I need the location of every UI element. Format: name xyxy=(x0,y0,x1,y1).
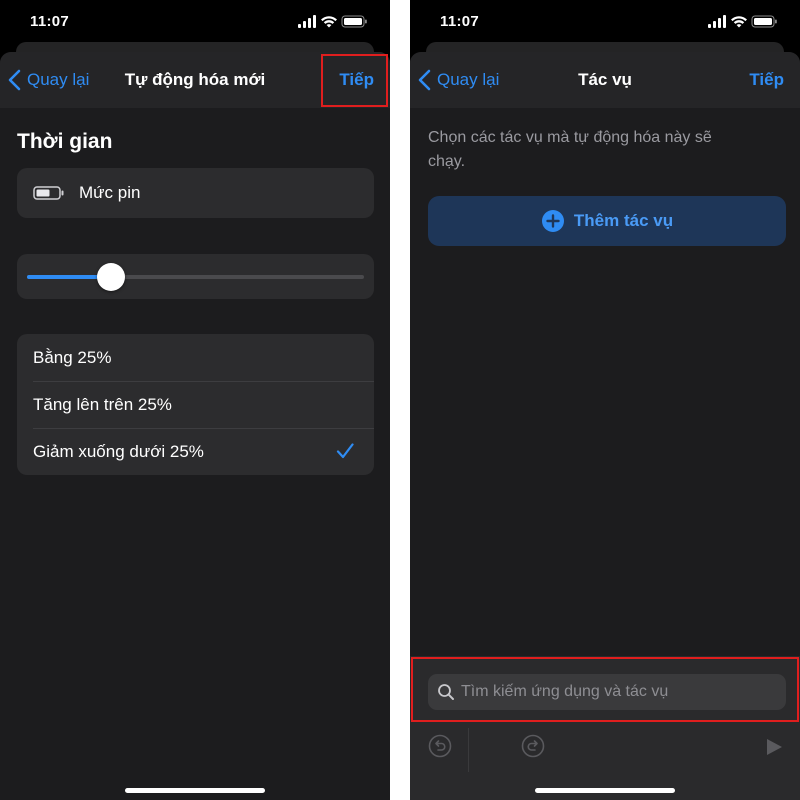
home-indicator xyxy=(125,788,265,793)
slider-track[interactable] xyxy=(27,263,364,291)
chevron-left-icon xyxy=(8,69,21,91)
back-button[interactable]: Quay lại xyxy=(8,52,89,108)
battery-level-slider[interactable] xyxy=(17,254,374,299)
option-label: Bằng 25% xyxy=(33,347,112,367)
next-button[interactable]: Tiếp xyxy=(339,52,374,108)
status-bar: 11:07 xyxy=(410,0,800,46)
battery-status-icon xyxy=(751,15,777,28)
slider-thumb[interactable] xyxy=(97,263,126,291)
status-bar: 11:07 xyxy=(0,0,390,46)
option-falls-below[interactable]: Giảm xuống dưới 25% xyxy=(17,428,374,475)
option-label: Giảm xuống dưới 25% xyxy=(33,441,204,461)
add-action-label: Thêm tác vụ xyxy=(573,211,674,230)
back-button[interactable]: Quay lại xyxy=(418,52,499,108)
back-label: Quay lại xyxy=(27,70,90,89)
next-button[interactable]: Tiếp xyxy=(749,52,784,108)
checkmark-icon xyxy=(336,443,354,459)
status-time: 11:07 xyxy=(440,13,480,30)
back-label: Quay lại xyxy=(437,70,500,89)
condition-options-list: Bằng 25% Tăng lên trên 25% Giảm xuống dư… xyxy=(17,334,374,475)
add-action-button[interactable]: Thêm tác vụ xyxy=(428,196,786,246)
option-rises-above[interactable]: Tăng lên trên 25% xyxy=(17,381,374,428)
option-equal[interactable]: Bằng 25% xyxy=(17,334,374,381)
search-icon xyxy=(438,684,454,700)
right-screen: 11:07 Quay lại Tác vụ Tiếp Chọn các tác … xyxy=(410,0,800,800)
wifi-icon xyxy=(321,16,337,28)
left-screen: 11:07 Quay lại Tự động hóa mới Tiếp Thời… xyxy=(0,0,390,800)
undo-icon[interactable] xyxy=(428,734,452,763)
search-input[interactable] xyxy=(461,683,781,701)
wifi-icon xyxy=(731,16,747,28)
condition-row[interactable]: Mức pin xyxy=(17,168,374,218)
plus-circle-icon xyxy=(541,209,565,233)
navigation-bar: Quay lại Tự động hóa mới Tiếp xyxy=(0,52,390,108)
option-label: Tăng lên trên 25% xyxy=(33,394,172,414)
play-icon[interactable] xyxy=(764,737,784,762)
chevron-left-icon xyxy=(418,69,431,91)
home-indicator xyxy=(535,788,675,793)
toolbar-divider xyxy=(468,728,469,772)
battery-icon xyxy=(33,186,65,200)
status-icons xyxy=(708,15,778,29)
action-search-panel xyxy=(410,656,800,800)
status-icons xyxy=(298,15,368,29)
condition-label: Mức pin xyxy=(79,183,141,202)
redo-icon[interactable] xyxy=(521,734,545,763)
battery-status-icon xyxy=(341,15,367,28)
cellular-signal-icon xyxy=(708,15,726,28)
actions-description: Chọn các tác vụ mà tự động hóa này sẽ ch… xyxy=(428,129,712,170)
search-bar[interactable] xyxy=(428,674,786,710)
section-title: Thời gian xyxy=(17,130,113,153)
status-time: 11:07 xyxy=(30,13,70,30)
automation-sheet: Quay lại Tự động hóa mới Tiếp Thời gian … xyxy=(0,52,390,800)
cellular-signal-icon xyxy=(298,15,316,28)
navigation-bar: Quay lại Tác vụ Tiếp xyxy=(410,52,800,108)
